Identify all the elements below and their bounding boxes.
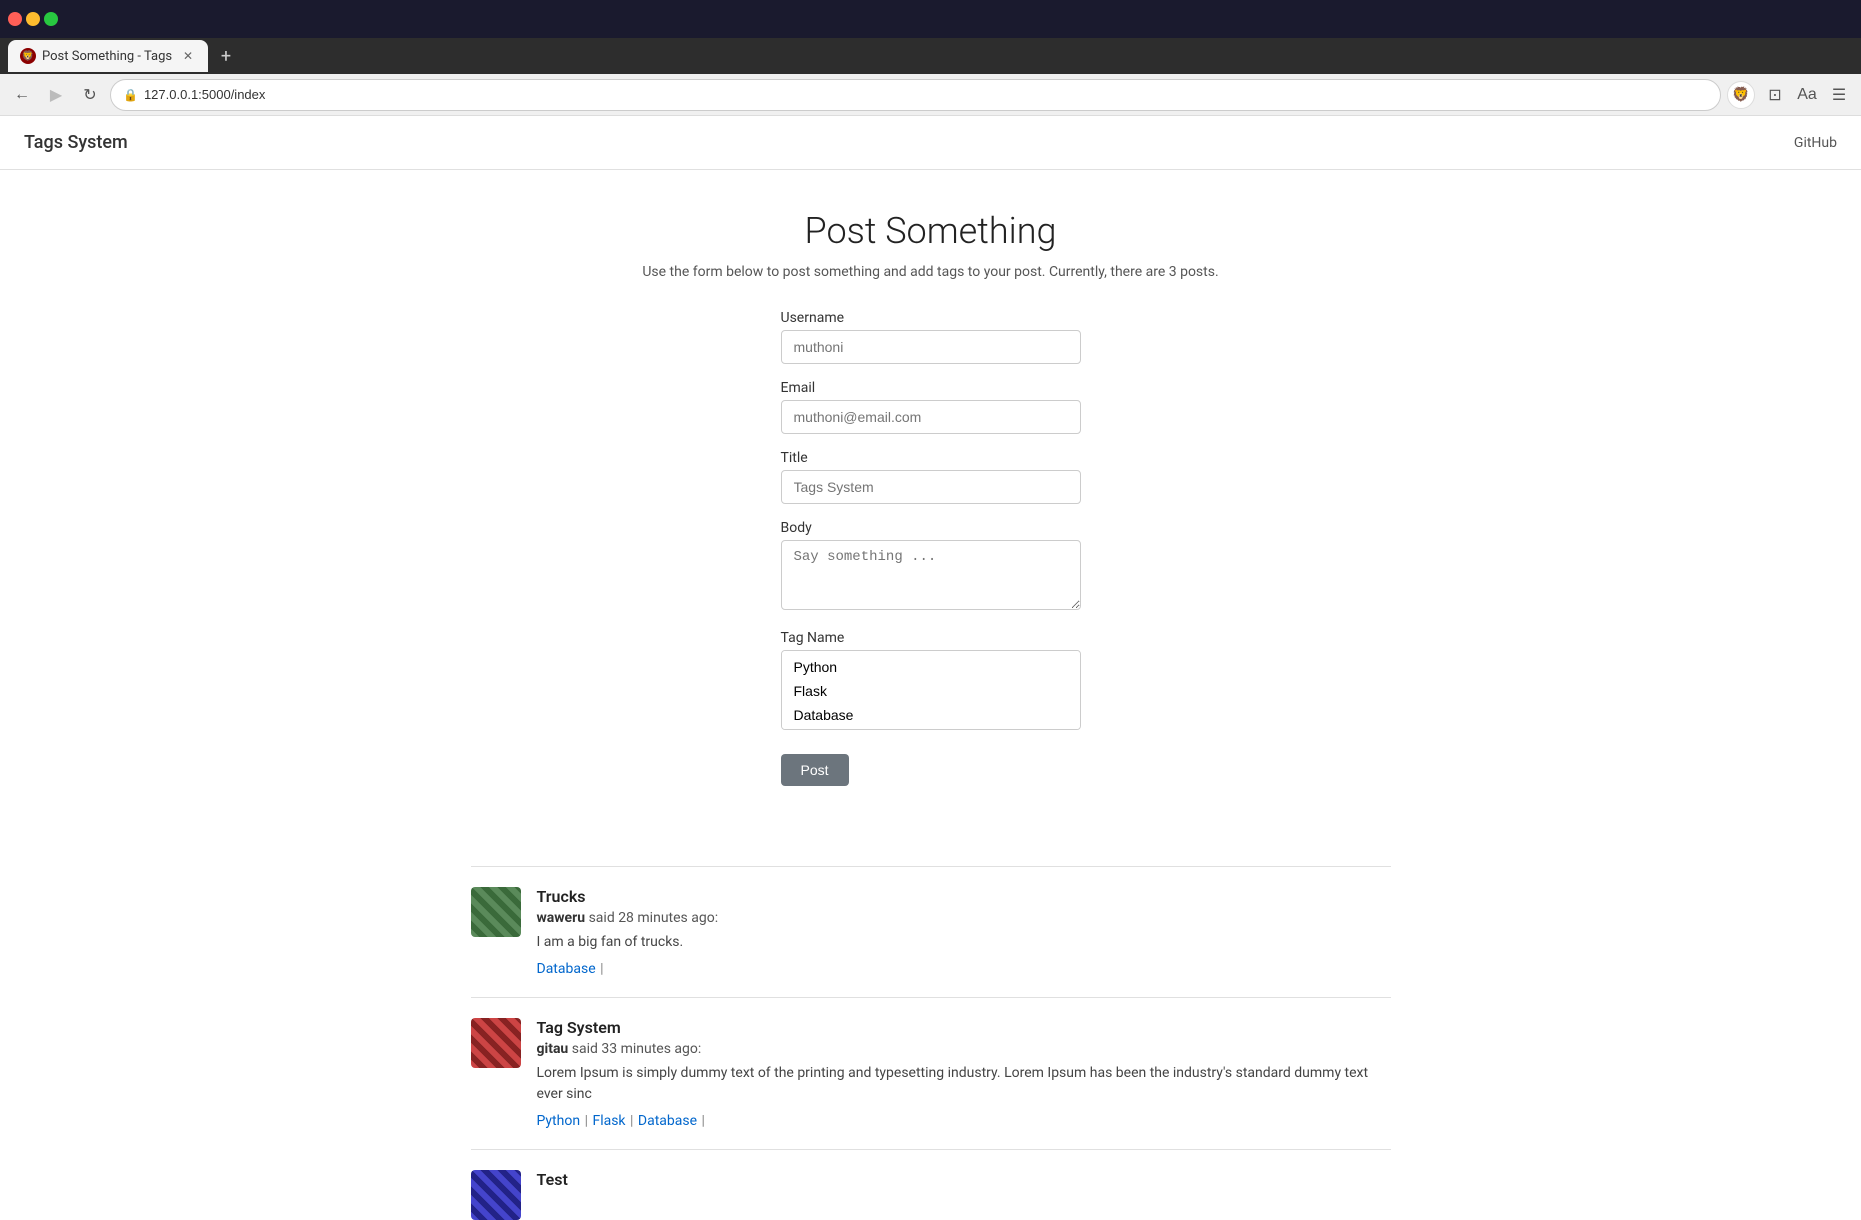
tag-option-python[interactable]: Python [786,655,1076,679]
post-body: Trucks waweru said 28 minutes ago: I am … [537,887,1391,977]
browser-window: 🦁 Post Something - Tags ✕ + ← ▶ ↻ 🔒 🦁 ⊡ … [0,0,1861,1220]
browser-tab-close-icon[interactable]: ✕ [180,48,196,64]
page-subtitle: Use the form below to post something and… [501,264,1361,280]
post-author: waweru [537,910,586,926]
post-item: Tag System gitau said 33 minutes ago: Lo… [471,997,1391,1149]
browser-tab-favicon: 🦁 [20,48,36,64]
new-tab-button[interactable]: + [212,42,240,70]
post-title: Test [537,1170,1391,1189]
post-tags: Database | [537,961,1391,977]
tag-separator: | [630,1113,637,1129]
page-content: Tags System GitHub Post Something Use th… [0,116,1861,1220]
reload-button[interactable]: ↻ [76,81,104,109]
window-close-button[interactable] [8,12,22,26]
browser-toolbar: ← ▶ ↻ 🔒 🦁 ⊡ Aa ☰ [0,74,1861,116]
tag-option-database[interactable]: Database [786,703,1076,727]
post-meta: waweru said 28 minutes ago: [537,910,1391,926]
email-group: Email [781,380,1081,434]
github-link[interactable]: GitHub [1794,135,1837,151]
post-time: said 33 minutes ago: [572,1041,702,1057]
address-bar[interactable]: 🔒 [110,79,1721,111]
post-tag-link[interactable]: Database [638,1113,697,1129]
url-input[interactable] [144,87,1708,102]
lock-icon: 🔒 [123,88,138,102]
post-tag-link[interactable]: Python [537,1113,581,1129]
email-label: Email [781,380,1081,396]
posts-list: Trucks waweru said 28 minutes ago: I am … [451,866,1411,1220]
browser-tab-title: Post Something - Tags [42,49,174,64]
post-avatar [471,1170,521,1220]
brave-shield-icon[interactable]: 🦁 [1727,81,1755,109]
post-body: Test [537,1170,1391,1193]
username-input[interactable] [781,330,1081,364]
reader-view-button[interactable]: Aa [1793,81,1821,109]
tag-separator: | [585,1113,592,1129]
body-textarea[interactable] [781,540,1081,610]
post-text: I am a big fan of trucks. [537,932,1391,953]
navbar-brand: Tags System [24,132,128,153]
post-body: Tag System gitau said 33 minutes ago: Lo… [537,1018,1391,1129]
post-title: Tag System [537,1018,1391,1037]
page-heading: Post Something [501,210,1361,252]
avatar-pattern-green [471,887,521,937]
browser-menu-icons: ⊡ Aa ☰ [1761,81,1853,109]
username-label: Username [781,310,1081,326]
body-label: Body [781,520,1081,536]
post-tags: Python | Flask | Database | [537,1113,1391,1129]
browser-tabs-bar: 🦁 Post Something - Tags ✕ + [0,38,1861,74]
reading-list-button[interactable]: ⊡ [1761,81,1789,109]
post-tag-link[interactable]: Database [537,961,596,977]
navbar: Tags System GitHub [0,116,1861,170]
post-form: Username Email Title Body Tag Name [781,310,1081,786]
post-time: said 28 minutes ago: [589,910,719,926]
post-avatar [471,1018,521,1068]
main-content: Post Something Use the form below to pos… [481,170,1381,866]
tag-name-label: Tag Name [781,630,1081,646]
post-tag-link[interactable]: Flask [592,1113,625,1129]
browser-menu-button[interactable]: ☰ [1825,81,1853,109]
tag-separator: | [702,1113,705,1129]
post-button[interactable]: Post [781,754,849,786]
browser-tab-active[interactable]: 🦁 Post Something - Tags ✕ [8,40,208,72]
tag-name-select[interactable]: Python Flask Database [781,650,1081,730]
window-maximize-button[interactable] [44,12,58,26]
username-group: Username [781,310,1081,364]
avatar-pattern-blue [471,1170,521,1220]
title-label: Title [781,450,1081,466]
post-author: gitau [537,1041,569,1057]
title-input[interactable] [781,470,1081,504]
tag-name-group: Tag Name Python Flask Database [781,630,1081,730]
browser-titlebar [0,0,1861,38]
avatar-pattern-red [471,1018,521,1068]
body-group: Body [781,520,1081,614]
back-button[interactable]: ← [8,81,36,109]
post-meta: gitau said 33 minutes ago: [537,1041,1391,1057]
forward-button[interactable]: ▶ [42,81,70,109]
post-avatar [471,887,521,937]
window-minimize-button[interactable] [26,12,40,26]
tag-separator: | [600,961,603,977]
post-item: Test [471,1149,1391,1220]
tag-option-flask[interactable]: Flask [786,679,1076,703]
email-input[interactable] [781,400,1081,434]
title-group: Title [781,450,1081,504]
post-title: Trucks [537,887,1391,906]
post-text: Lorem Ipsum is simply dummy text of the … [537,1063,1391,1105]
post-item: Trucks waweru said 28 minutes ago: I am … [471,866,1391,997]
